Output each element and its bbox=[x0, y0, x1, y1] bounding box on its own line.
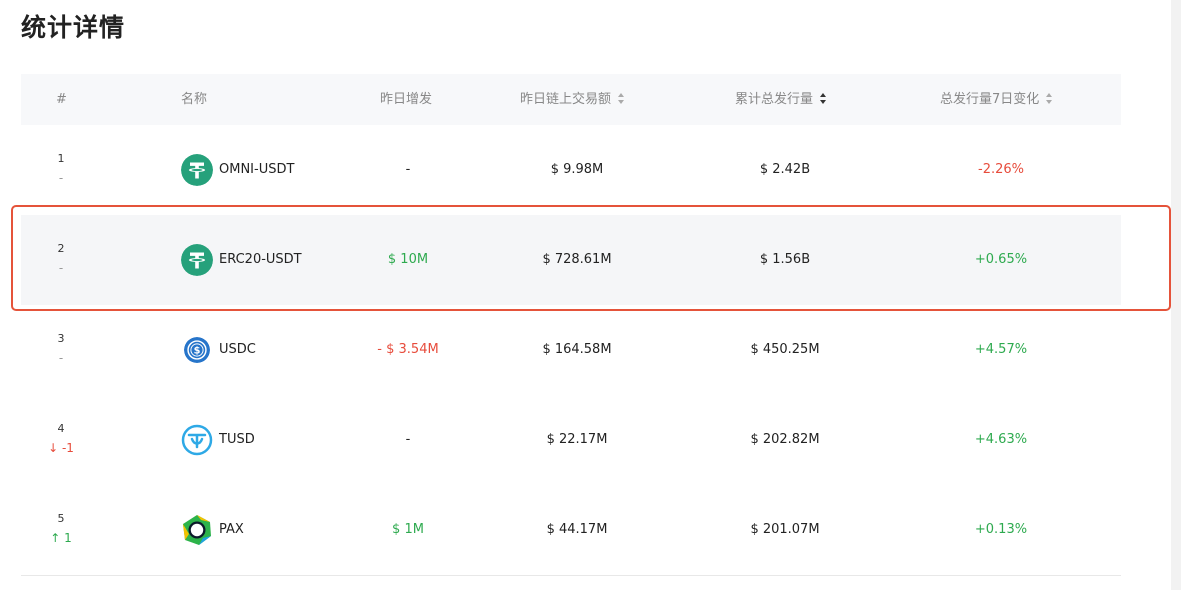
page-title: 统计详情 bbox=[21, 13, 126, 42]
yesterday-issue-cell: - bbox=[405, 162, 411, 177]
rank-change: - bbox=[58, 171, 64, 185]
header-yesterday-volume[interactable]: 昨日链上交易额 bbox=[520, 74, 625, 125]
header-change-7d[interactable]: 总发行量7日变化 bbox=[940, 74, 1053, 125]
coin-cell[interactable]: $ USDC bbox=[181, 334, 256, 366]
coin-cell[interactable]: PAX bbox=[181, 514, 244, 546]
yesterday-issue-cell: - $ 3.54M bbox=[377, 342, 439, 357]
coin-name[interactable]: TUSD bbox=[219, 432, 255, 447]
yesterday-volume-cell: $ 22.17M bbox=[546, 432, 608, 447]
tether-icon bbox=[181, 154, 213, 186]
rank-number: 5 bbox=[57, 512, 65, 525]
sort-active-icon[interactable] bbox=[820, 93, 827, 104]
coin-name[interactable]: OMNI-USDT bbox=[219, 162, 294, 177]
header-rank: # bbox=[56, 92, 67, 107]
header-yesterday-volume-label: 昨日链上交易额 bbox=[520, 92, 612, 107]
header-total-supply[interactable]: 累计总发行量 bbox=[735, 74, 827, 125]
yesterday-issue-cell: $ 1M bbox=[392, 522, 424, 537]
table-row[interactable]: 3 - $ USDC - $ 3.54M $ 164.58M $ 450.25M… bbox=[21, 305, 1121, 395]
sort-icon[interactable] bbox=[618, 93, 625, 104]
pax-icon bbox=[183, 515, 211, 545]
rank-change: - bbox=[58, 351, 64, 365]
header-name: 名称 bbox=[181, 92, 208, 107]
coin-cell[interactable]: OMNI-USDT bbox=[181, 154, 294, 186]
header-change-7d-label: 总发行量7日变化 bbox=[940, 92, 1040, 107]
tusd-icon bbox=[181, 424, 213, 456]
header-total-supply-label: 累计总发行量 bbox=[735, 92, 814, 107]
rank-number: 4 bbox=[57, 422, 65, 435]
rank-change: ↓ -1 bbox=[48, 441, 74, 455]
svg-text:$: $ bbox=[194, 346, 201, 357]
yesterday-volume-cell: $ 44.17M bbox=[546, 522, 608, 537]
usdc-icon: $ bbox=[184, 337, 210, 363]
sort-icon[interactable] bbox=[1046, 93, 1053, 104]
change-7d-cell: -2.26% bbox=[978, 162, 1024, 177]
total-supply-cell: $ 201.07M bbox=[750, 522, 820, 537]
rank-change: ↑ 1 bbox=[50, 531, 72, 545]
change-7d-cell: +0.13% bbox=[974, 522, 1028, 537]
coin-name[interactable]: USDC bbox=[219, 342, 256, 357]
total-supply-cell: $ 202.82M bbox=[750, 432, 820, 447]
coin-cell[interactable]: TUSD bbox=[181, 424, 255, 456]
total-supply-cell: $ 450.25M bbox=[750, 342, 820, 357]
stats-table: # 名称 昨日增发 昨日链上交易额 累计总发行量 总发行量7日变化 1 - OM… bbox=[21, 74, 1121, 575]
rank-number: 3 bbox=[57, 332, 65, 345]
table-header: # 名称 昨日增发 昨日链上交易额 累计总发行量 总发行量7日变化 bbox=[21, 74, 1121, 125]
total-supply-cell: $ 2.42B bbox=[759, 162, 811, 177]
table-row[interactable]: 5 ↑ 1 PAX $ 1M $ 44.17M $ 201.07M +0.13% bbox=[21, 485, 1121, 575]
scrollbar[interactable] bbox=[1171, 0, 1181, 590]
table-bottom-divider bbox=[21, 575, 1121, 576]
change-7d-cell: +4.63% bbox=[974, 432, 1028, 447]
change-7d-cell: +4.57% bbox=[974, 342, 1028, 357]
rank-number: 1 bbox=[57, 152, 65, 165]
table-row[interactable]: 1 - OMNI-USDT - $ 9.98M $ 2.42B -2.26% bbox=[21, 125, 1121, 215]
coin-name[interactable]: PAX bbox=[219, 522, 244, 537]
header-yesterday-issue: 昨日增发 bbox=[380, 92, 433, 107]
table-row[interactable]: 4 ↓ -1 TUSD - $ 22.17M $ 202.82M +4.63% bbox=[21, 395, 1121, 485]
yesterday-issue-cell: - bbox=[405, 432, 411, 447]
yesterday-volume-cell: $ 9.98M bbox=[550, 162, 604, 177]
stats-page: 统计详情 # 名称 昨日增发 昨日链上交易额 累计总发行量 总发行量7日变化 1… bbox=[0, 0, 1181, 590]
yesterday-volume-cell: $ 164.58M bbox=[542, 342, 612, 357]
highlight-frame bbox=[11, 205, 1171, 311]
